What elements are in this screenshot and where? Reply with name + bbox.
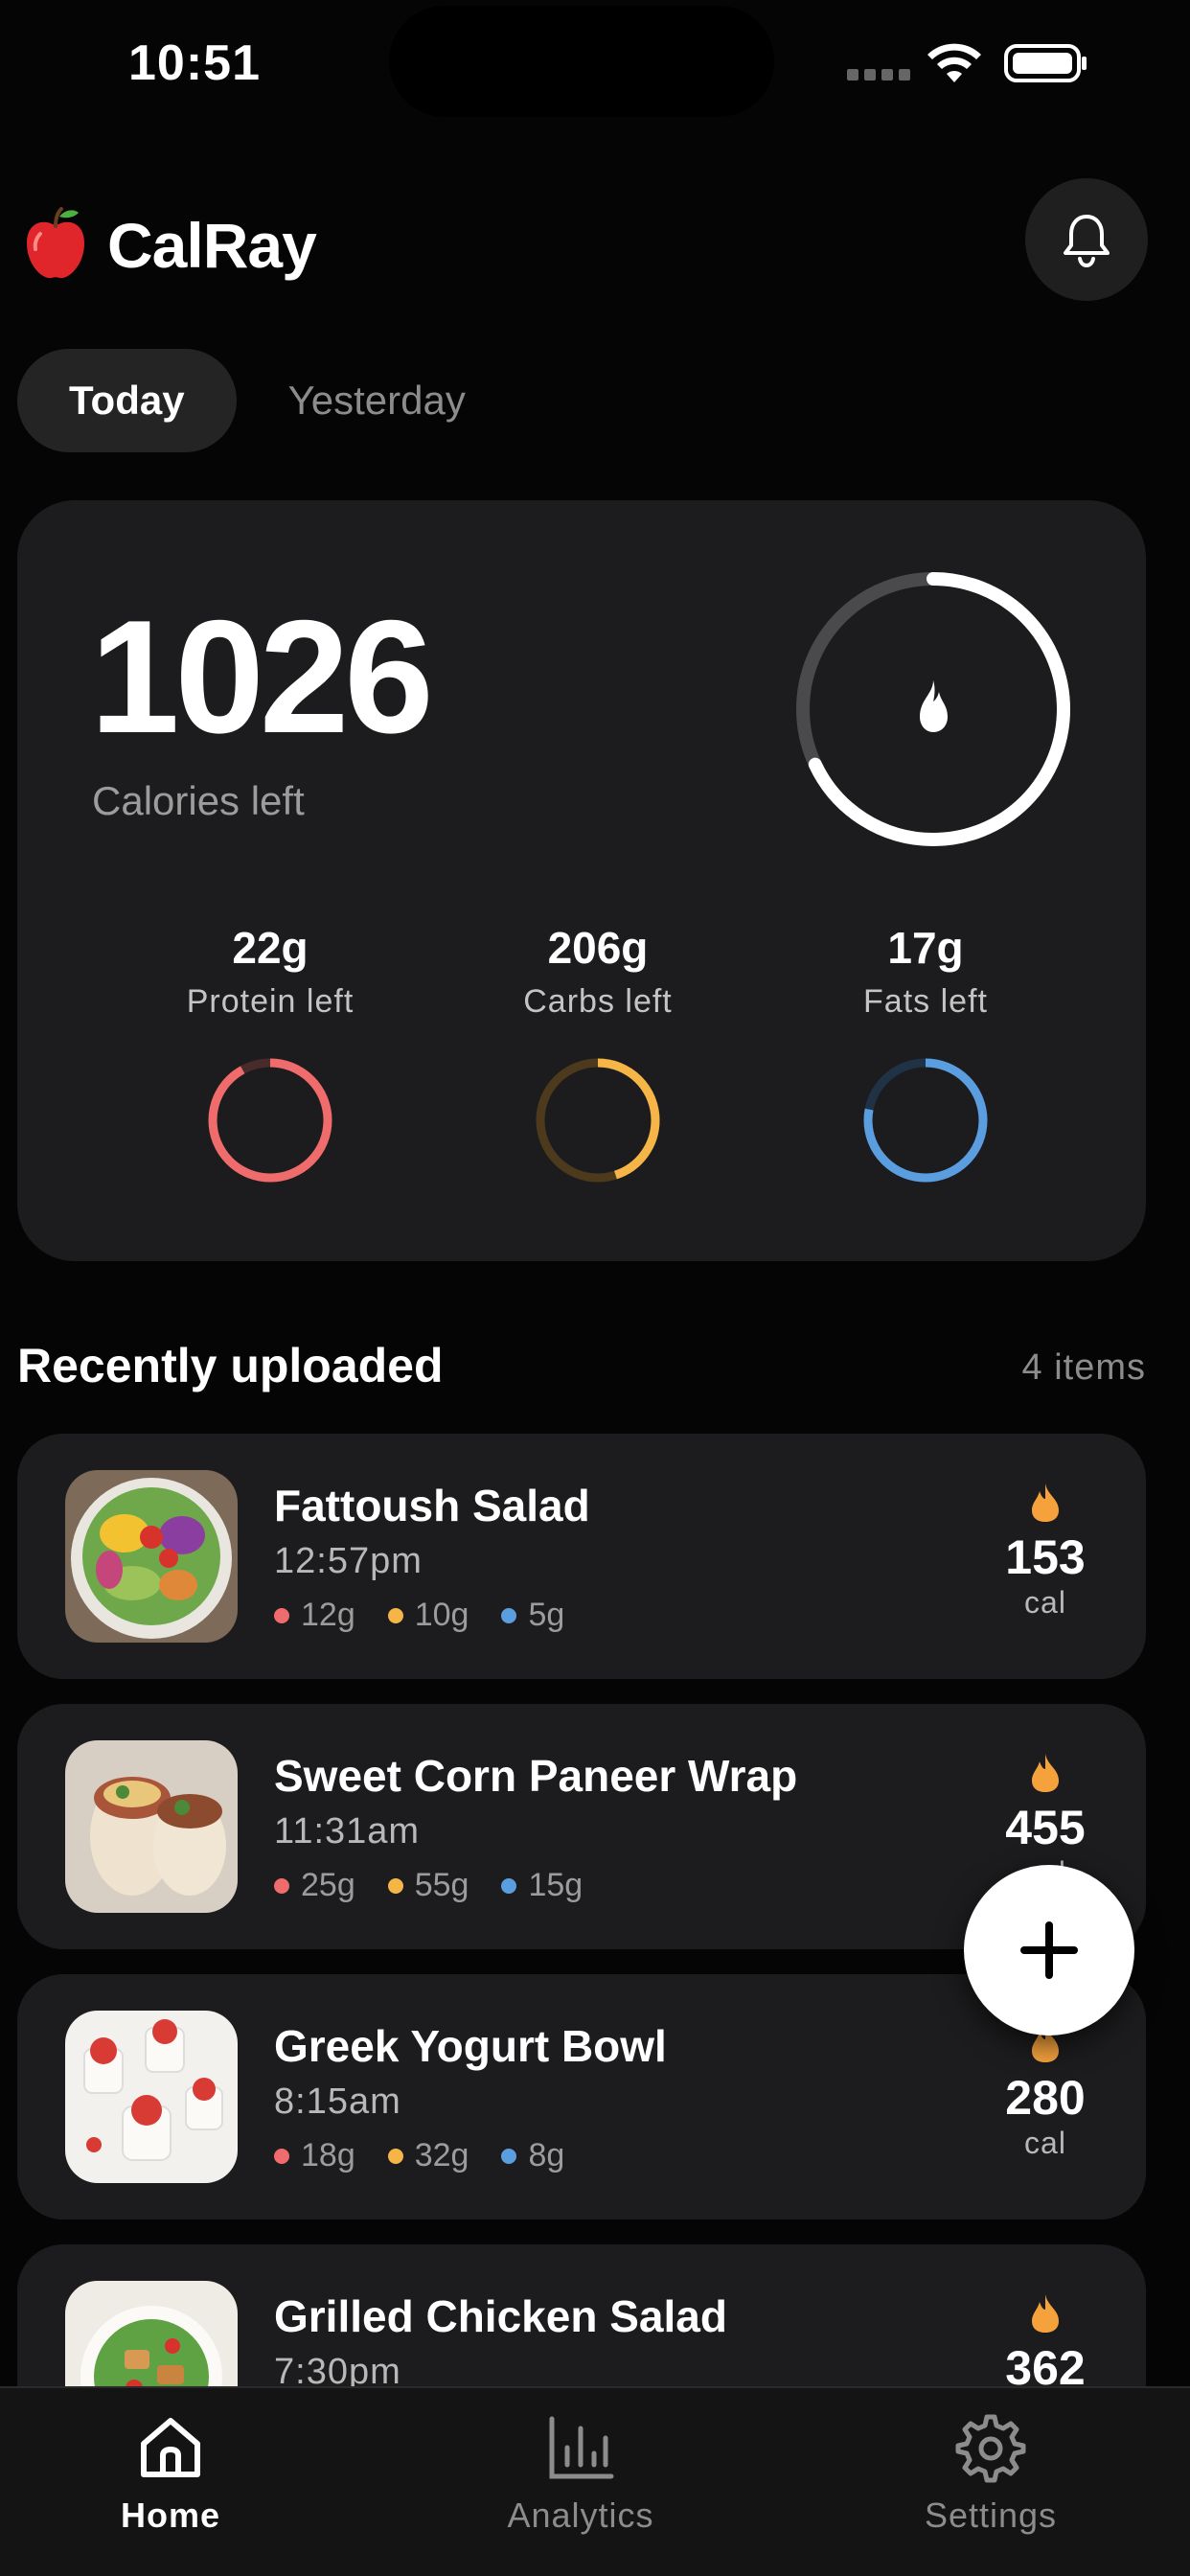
protein-amount: 25g (301, 1867, 355, 1903)
app-header: CalRay (0, 178, 1190, 307)
day-tabs: Today Yesterday (17, 349, 498, 452)
calorie-count: 455 (1005, 1801, 1086, 1854)
fats-chip: 8g (501, 2137, 564, 2174)
flame-icon (1032, 1484, 1059, 1522)
notifications-button[interactable] (1025, 178, 1148, 301)
meal-macros: 18g 32g 8g (274, 2137, 564, 2174)
meal-name: Sweet Corn Paneer Wrap (274, 1751, 798, 1801)
nav-item-analytics[interactable]: Analytics (475, 2411, 686, 2536)
signal-icon (847, 69, 910, 80)
meal-calories: 153 cal (993, 1482, 1098, 1621)
protein-left-label: Protein left (186, 983, 355, 1020)
carbs-chip: 55g (387, 1867, 469, 1904)
macro-fats: 17g Fats left (782, 922, 1069, 1185)
protein-chip: 18g (274, 2137, 355, 2174)
bottom-nav: Home Analytics Settings (0, 2386, 1190, 2576)
protein-amount: 12g (301, 1597, 355, 1633)
carbs-chip: 10g (387, 1597, 469, 1634)
status-time: 10:51 (128, 35, 261, 91)
fats-left-label: Fats left (863, 983, 988, 1020)
gear-icon (955, 2414, 1026, 2483)
tab-yesterday[interactable]: Yesterday (256, 349, 498, 452)
protein-progress-ring (208, 1058, 332, 1183)
protein-chip: 12g (274, 1597, 355, 1634)
nav-item-home[interactable]: Home (65, 2411, 276, 2536)
recent-items-count: 4 items (1021, 1347, 1146, 1388)
fats-left-value: 17g (887, 923, 964, 973)
carbs-amount: 55g (414, 1867, 469, 1903)
fats-amount: 8g (528, 2137, 565, 2174)
meal-time: 11:31am (274, 1811, 421, 1852)
tab-today[interactable]: Today (17, 349, 237, 452)
fats-amount: 5g (528, 1597, 565, 1633)
protein-left-value: 22g (232, 923, 309, 973)
add-meal-button[interactable] (964, 1865, 1134, 2036)
meal-photo-salad (65, 1470, 238, 1643)
nav-label-analytics: Analytics (507, 2496, 654, 2535)
calorie-summary-card[interactable]: 1026 Calories left 22g Protein left 206g… (17, 500, 1146, 1261)
plus-icon (1020, 1921, 1078, 1979)
carbs-amount: 32g (414, 2137, 469, 2174)
meal-macros: 25g 55g 15g (274, 1867, 583, 1904)
carbs-left-label: Carbs left (523, 983, 673, 1020)
fats-amount: 15g (528, 1867, 584, 1903)
meal-name: Fattoush Salad (274, 1481, 590, 1530)
recent-section-title: Recently uploaded (17, 1339, 444, 1392)
wifi-icon (927, 43, 981, 82)
app-title: CalRay (107, 210, 317, 281)
meal-photo-yogurt (65, 2011, 238, 2183)
calories-left-value: 1026 (90, 586, 434, 767)
carbs-amount: 10g (414, 1597, 469, 1633)
carbs-progress-ring (536, 1058, 660, 1183)
protein-chip: 25g (274, 1867, 355, 1904)
calorie-count: 280 (1005, 2071, 1086, 2125)
meal-calories: 280 cal (993, 2022, 1098, 2161)
meal-name: Greek Yogurt Bowl (274, 2021, 667, 2071)
macro-carbs: 206g Carbs left (454, 922, 742, 1185)
meal-time: 12:57pm (274, 1541, 423, 1581)
flame-icon (920, 680, 948, 732)
protein-amount: 18g (301, 2137, 355, 2174)
nav-label-home: Home (120, 2496, 221, 2535)
calorie-unit: cal (1024, 2126, 1066, 2160)
calorie-count: 153 (1005, 1530, 1086, 1584)
bell-icon (1064, 215, 1110, 268)
calories-left-label: Calories left (92, 778, 305, 823)
meal-macros: 12g 10g 5g (274, 1597, 564, 1634)
meal-photo-wrap (65, 1740, 238, 1913)
meal-time: 8:15am (274, 2082, 401, 2122)
macro-protein: 22g Protein left (126, 922, 414, 1185)
home-icon (141, 2418, 200, 2477)
calorie-progress-ring (796, 572, 1070, 846)
fats-chip: 5g (501, 1597, 564, 1634)
fats-progress-ring (863, 1058, 988, 1183)
calorie-unit: cal (1024, 1585, 1066, 1620)
carbs-chip: 32g (387, 2137, 469, 2174)
carbs-left-value: 206g (547, 923, 649, 973)
nav-label-settings: Settings (924, 2496, 1058, 2535)
flame-icon (1032, 1754, 1059, 1792)
nav-item-settings[interactable]: Settings (885, 2411, 1096, 2536)
app-screen: 10:51 CalRay Today Yesterday 1026 Calori… (0, 0, 1190, 2576)
status-bar: 10:51 (0, 0, 1190, 134)
analytics-icon (549, 2416, 614, 2479)
battery-icon (1004, 44, 1087, 82)
apple-logo-icon (27, 207, 84, 279)
flame-icon (1032, 2294, 1059, 2333)
fats-chip: 15g (501, 1867, 583, 1904)
meal-name: Grilled Chicken Salad (274, 2291, 727, 2341)
meal-card[interactable]: Greek Yogurt Bowl 8:15am 18g 32g 8g 280 … (17, 1974, 1146, 2220)
dynamic-island (389, 6, 774, 117)
meal-card[interactable]: Fattoush Salad 12:57pm 12g 10g 5g 153 ca… (17, 1434, 1146, 1679)
